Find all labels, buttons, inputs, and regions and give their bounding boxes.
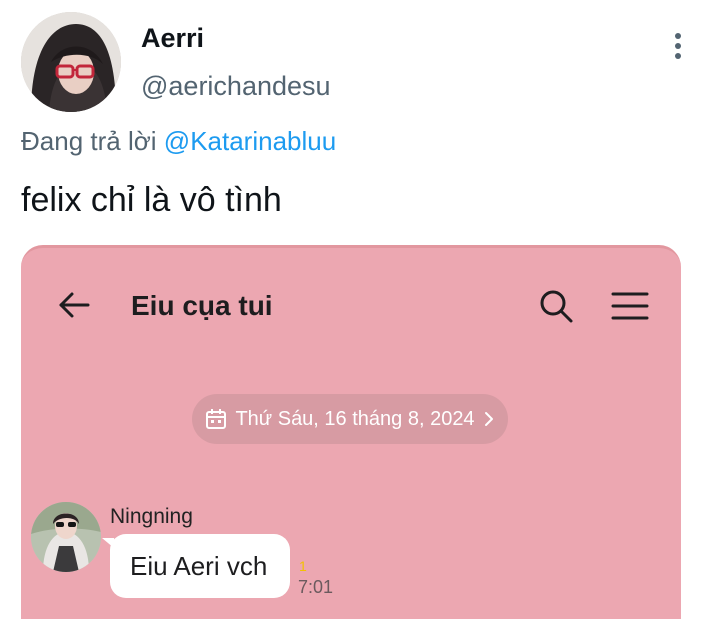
- replying-to: Đang trả lời @Katarinabluu: [21, 124, 336, 158]
- chat-title: Eiu cụa tui: [131, 290, 273, 321]
- search-icon: [540, 290, 573, 323]
- date-chip: Thứ Sáu, 16 tháng 8, 2024: [192, 394, 508, 444]
- tweet-text: felix chỉ là vô tình: [21, 181, 282, 219]
- avatar-photo: [21, 12, 121, 112]
- unread-count: 1: [299, 558, 307, 574]
- date-label: Thứ Sáu, 16 tháng 8, 2024: [235, 407, 475, 430]
- user-handle[interactable]: @aerichandesu: [141, 70, 331, 102]
- tweet-media-image[interactable]: Eiu cụa tui Thứ Sáu, 16 tháng 8, 2024 Ni…: [21, 245, 681, 619]
- chevron-right-icon: [484, 412, 493, 426]
- message-time: 7:01: [298, 577, 334, 597]
- user-avatar[interactable]: [21, 12, 121, 112]
- more-vertical-icon[interactable]: [664, 30, 692, 62]
- message-bubble: Eiu Aeri vch: [110, 534, 290, 598]
- more-dot: [675, 43, 681, 49]
- sender-name: Ningning: [110, 505, 193, 528]
- more-dot: [675, 53, 681, 59]
- reply-mention-link[interactable]: @Katarinabluu: [164, 126, 336, 156]
- reply-prefix: Đang trả lời: [21, 126, 157, 156]
- calendar-icon: [206, 409, 227, 429]
- hamburger-menu-icon: [611, 292, 649, 320]
- sender-avatar: [31, 502, 101, 572]
- sender-avatar-photo: [31, 502, 101, 572]
- arrow-left-icon: [59, 292, 90, 318]
- display-name[interactable]: Aerri: [141, 22, 204, 54]
- message-text: Eiu Aeri vch: [130, 550, 268, 581]
- more-dot: [675, 33, 681, 39]
